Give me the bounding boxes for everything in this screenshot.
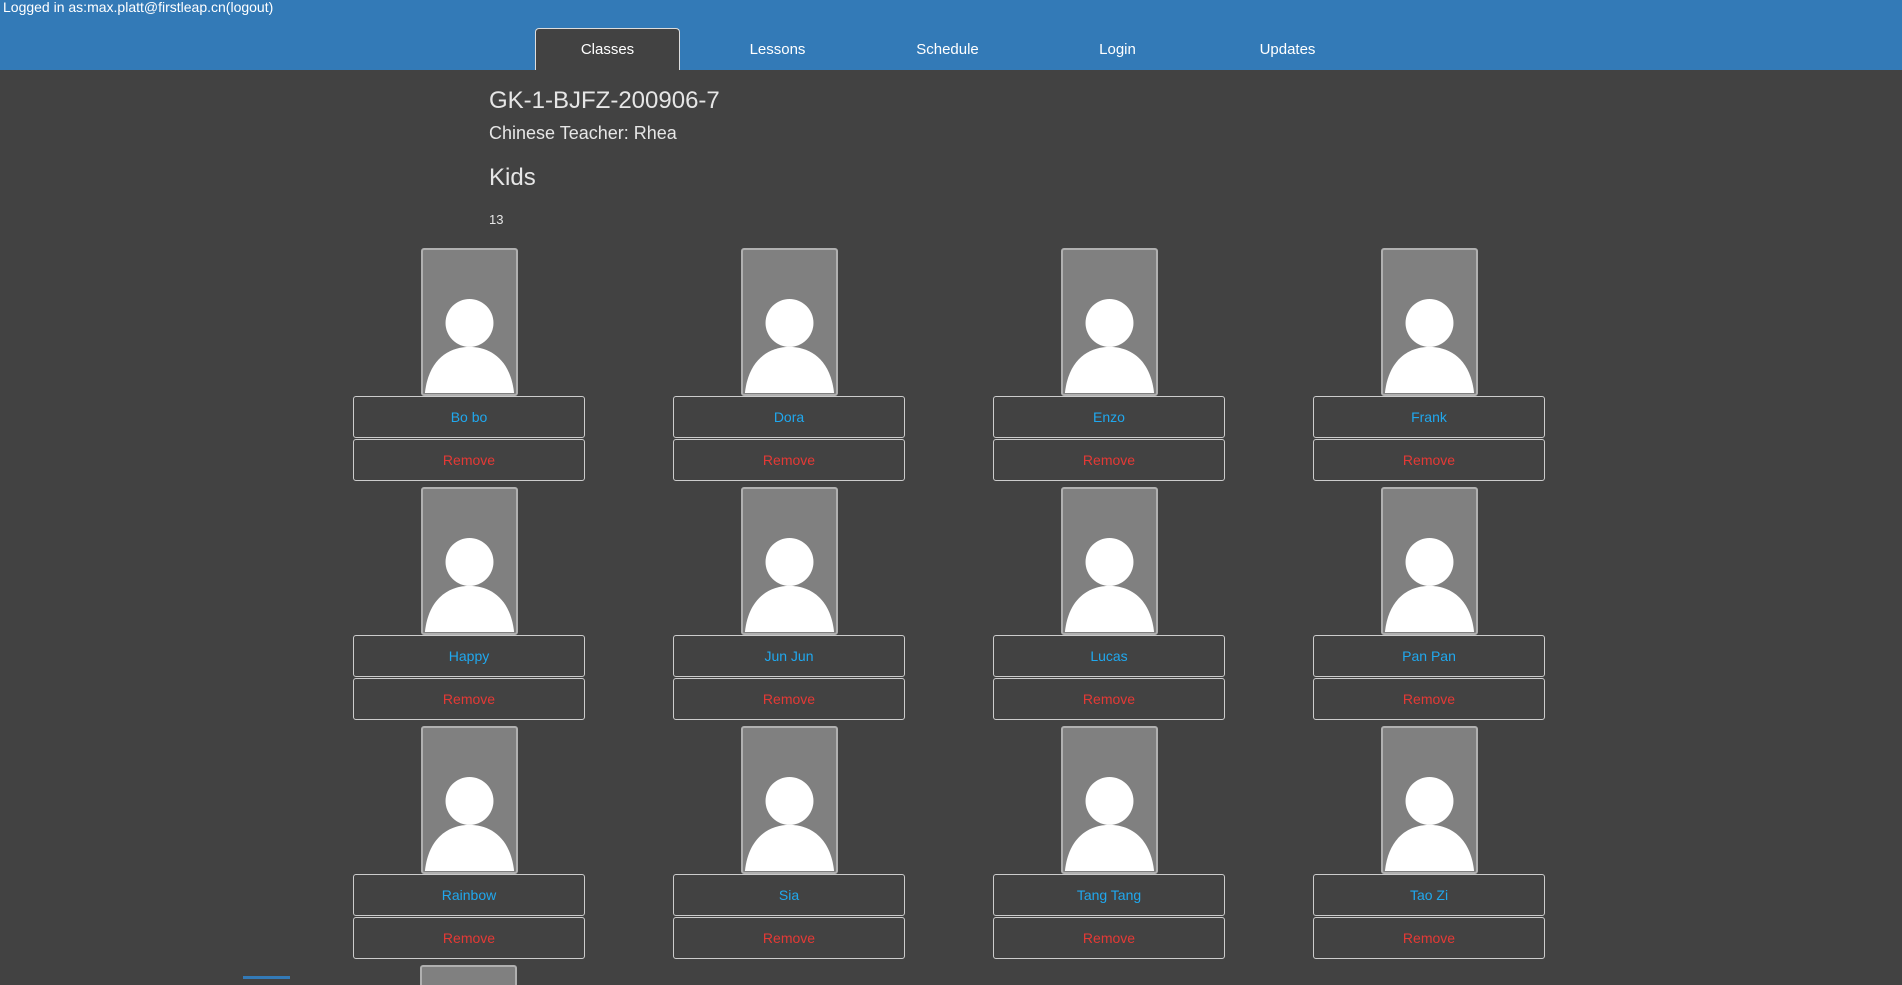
kid-card: Enzo Remove <box>993 248 1225 481</box>
kid-card: Rainbow Remove <box>353 726 585 959</box>
kids-heading: Kids <box>489 164 536 191</box>
kid-avatar[interactable] <box>1380 248 1478 396</box>
kid-card: Bo bo Remove <box>353 248 585 481</box>
kid-card: Lucas Remove <box>993 487 1225 720</box>
kid-avatar[interactable] <box>1060 487 1158 635</box>
remove-kid-button[interactable]: Remove <box>993 917 1225 959</box>
kid-name-button[interactable]: Pan Pan <box>1313 635 1545 677</box>
class-header: GK-1-BJFZ-200906-7 Chinese Teacher: Rhea… <box>489 86 720 227</box>
top-navigation-bar: Logged in as:max.platt@firstleap.cn(logo… <box>0 0 1902 70</box>
login-prefix: Logged in as: <box>3 0 88 15</box>
kid-name-button[interactable]: Sia <box>673 874 905 916</box>
kid-name-button[interactable]: Tang Tang <box>993 874 1225 916</box>
kid-card: Frank Remove <box>1313 248 1545 481</box>
kid-card: Tang Tang Remove <box>993 726 1225 959</box>
tab-updates[interactable]: Updates <box>1215 28 1360 70</box>
remove-kid-button[interactable]: Remove <box>673 917 905 959</box>
remove-kid-button[interactable]: Remove <box>1313 917 1545 959</box>
kid-avatar[interactable] <box>740 726 838 874</box>
kid-name-button[interactable]: Jun Jun <box>673 635 905 677</box>
kid-name-button[interactable]: Frank <box>1313 396 1545 438</box>
kid-avatar[interactable] <box>1060 248 1158 396</box>
kid-card: Happy Remove <box>353 487 585 720</box>
kid-name-button[interactable]: Happy <box>353 635 585 677</box>
kid-avatar[interactable] <box>420 487 518 635</box>
kid-avatar[interactable] <box>1380 487 1478 635</box>
kid-name-button[interactable]: Enzo <box>993 396 1225 438</box>
remove-kid-button[interactable]: Remove <box>353 678 585 720</box>
login-status: Logged in as:max.platt@firstleap.cn(logo… <box>3 0 273 14</box>
class-title: GK-1-BJFZ-200906-7 <box>489 87 720 114</box>
tab-classes[interactable]: Classes <box>535 28 680 70</box>
kid-avatar-partial[interactable] <box>420 965 517 985</box>
kid-card: Sia Remove <box>673 726 905 959</box>
kid-name-button[interactable]: Tao Zi <box>1313 874 1545 916</box>
teacher-line: Chinese Teacher: Rhea <box>489 123 677 143</box>
remove-kid-button[interactable]: Remove <box>353 917 585 959</box>
kid-avatar[interactable] <box>420 248 518 396</box>
user-email: max.platt@firstleap.cn <box>87 0 226 15</box>
kid-avatar[interactable] <box>420 726 518 874</box>
kid-avatar[interactable] <box>740 487 838 635</box>
kid-avatar[interactable] <box>740 248 838 396</box>
tab-schedule[interactable]: Schedule <box>875 28 1020 70</box>
remove-kid-button[interactable]: Remove <box>673 439 905 481</box>
remove-kid-button[interactable]: Remove <box>1313 678 1545 720</box>
kid-name-button[interactable]: Bo bo <box>353 396 585 438</box>
kid-name-button[interactable]: Lucas <box>993 635 1225 677</box>
kid-name-button[interactable]: Rainbow <box>353 874 585 916</box>
tab-lessons[interactable]: Lessons <box>705 28 850 70</box>
kid-card: Tao Zi Remove <box>1313 726 1545 959</box>
kid-card: Jun Jun Remove <box>673 487 905 720</box>
remove-kid-button[interactable]: Remove <box>353 439 585 481</box>
main-nav-tabs: Classes Lessons Schedule Login Updates <box>535 28 1385 70</box>
kid-avatar[interactable] <box>1060 726 1158 874</box>
logout-link[interactable]: (logout) <box>226 0 273 15</box>
kids-count: 13 <box>489 211 504 227</box>
remove-kid-button[interactable]: Remove <box>673 678 905 720</box>
remove-kid-button[interactable]: Remove <box>1313 439 1545 481</box>
remove-kid-button[interactable]: Remove <box>993 678 1225 720</box>
kid-card: Pan Pan Remove <box>1313 487 1545 720</box>
kid-card: Dora Remove <box>673 248 905 481</box>
kid-name-button[interactable]: Dora <box>673 396 905 438</box>
tab-login[interactable]: Login <box>1045 28 1190 70</box>
kid-avatar[interactable] <box>1380 726 1478 874</box>
remove-kid-button[interactable]: Remove <box>993 439 1225 481</box>
kids-grid: Bo bo Remove Dora Remove Enzo Remove Frank Remo… <box>353 248 1547 959</box>
